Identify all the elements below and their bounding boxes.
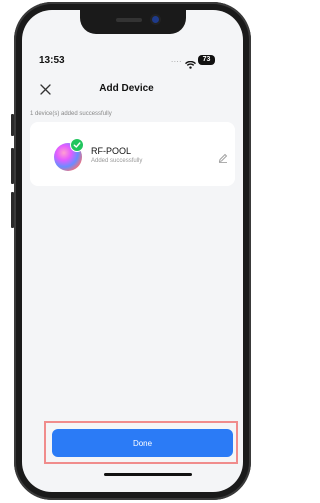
home-indicator — [104, 473, 192, 476]
success-count-text: 1 device(s) added successfully — [30, 111, 112, 117]
mute-switch — [11, 114, 14, 136]
status-bar: 13:53 .... 73 — [0, 0, 251, 70]
app-header: Add Device — [0, 78, 251, 104]
page-title: Add Device — [99, 83, 154, 94]
edit-icon — [218, 150, 228, 167]
device-status: Added successfully — [91, 158, 143, 164]
wifi-icon — [185, 56, 196, 74]
volume-up-button — [11, 148, 14, 184]
status-time: 13:53 — [39, 55, 65, 66]
done-button[interactable]: Done — [52, 429, 233, 457]
battery-indicator: 73 — [198, 55, 215, 65]
device-name: RF-POOL — [91, 146, 132, 156]
signal-indicator: .... — [171, 55, 182, 64]
edit-button[interactable] — [218, 150, 228, 168]
volume-down-button — [11, 192, 14, 228]
check-icon — [70, 138, 84, 152]
